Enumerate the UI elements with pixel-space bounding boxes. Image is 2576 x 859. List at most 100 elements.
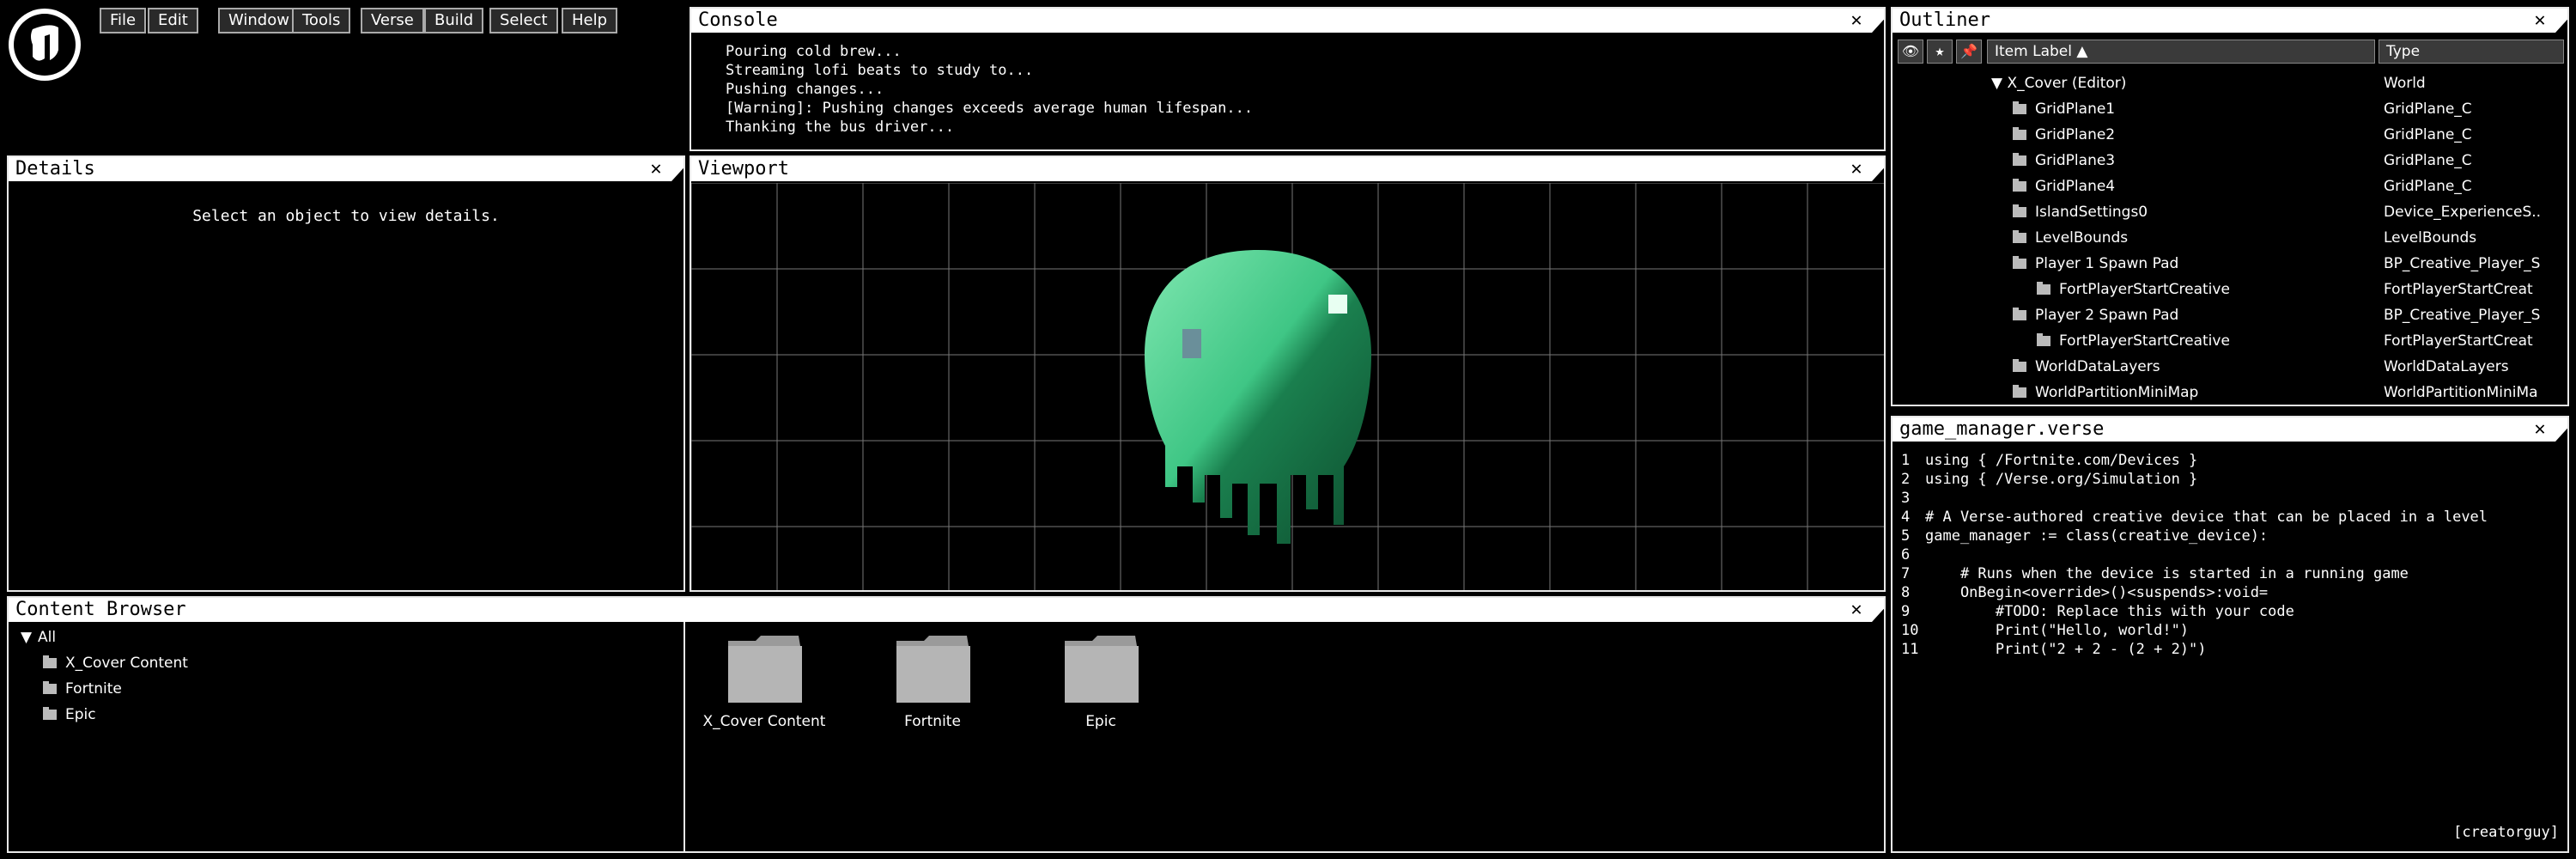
outliner-row[interactable]: FortPlayerStartCreative FortPlayerStartCr… bbox=[1893, 328, 2567, 354]
line-number: 1 bbox=[1901, 452, 1911, 469]
visibility-toggle-icon[interactable]: 👁 bbox=[1898, 40, 1923, 64]
content-tree-item-label: Fortnite bbox=[65, 680, 122, 698]
menu-select-button[interactable]: Select bbox=[489, 8, 558, 34]
outliner-row[interactable]: Player 2 Spawn Pad BP_Creative_Player_S bbox=[1893, 302, 2567, 328]
line-number: 11 bbox=[1901, 641, 1919, 658]
outliner-item-label: IslandSettings0 bbox=[2035, 204, 2148, 221]
menu-help-button[interactable]: Help bbox=[562, 8, 618, 34]
folder-icon bbox=[2037, 333, 2050, 346]
content-tree-divider bbox=[683, 622, 685, 851]
folder-icon bbox=[2013, 179, 2026, 192]
console-line: Pushing changes... bbox=[726, 81, 884, 98]
code-line: # A Verse-authored creative device that … bbox=[1925, 509, 2488, 526]
details-close-icon[interactable]: ✕ bbox=[644, 157, 668, 181]
menu-file-button[interactable]: File bbox=[100, 8, 147, 34]
outliner-item-label: GridPlane4 bbox=[2035, 178, 2116, 195]
viewport-close-icon[interactable]: ✕ bbox=[1844, 157, 1868, 181]
outliner-item-type: LevelBounds bbox=[2384, 229, 2477, 247]
folder-icon bbox=[2013, 127, 2026, 140]
folder-icon bbox=[2013, 204, 2026, 217]
outliner-row[interactable]: IslandSettings0 Device_ExperienceS.. bbox=[1893, 199, 2567, 225]
folder-icon bbox=[2013, 256, 2026, 269]
editor-title: game_manager.verse bbox=[1893, 417, 2567, 442]
content-folder-tile[interactable]: X_Cover Content bbox=[687, 634, 841, 737]
outliner-row[interactable]: GridPlane1 GridPlane_C bbox=[1893, 96, 2567, 122]
outliner-item-label: Player 1 Spawn Pad bbox=[2035, 255, 2179, 272]
content-browser-panel: Content Browser ✕ ▼ All X_Cover Content Fo… bbox=[7, 596, 1886, 853]
outliner-row[interactable]: GridPlane4 GridPlane_C bbox=[1893, 174, 2567, 199]
expand-arrow-icon[interactable]: ▼ bbox=[1991, 75, 2007, 92]
console-close-icon[interactable]: ✕ bbox=[1844, 9, 1868, 33]
outliner-row[interactable]: FortPlayerStartCreative FortPlayerStartCr… bbox=[1893, 277, 2567, 302]
outliner-item-label: WorldDataLayers bbox=[2035, 358, 2160, 375]
line-number: 6 bbox=[1901, 546, 1911, 564]
line-number: 7 bbox=[1901, 565, 1911, 582]
content-tree-item[interactable]: X_Cover Content bbox=[43, 655, 188, 672]
outliner-item-type: GridPlane_C bbox=[2384, 101, 2472, 118]
line-number: 4 bbox=[1901, 509, 1911, 526]
column-header-item-label[interactable]: Item Label ▲ bbox=[1987, 40, 2375, 64]
menu-window-button[interactable]: Window bbox=[218, 8, 300, 34]
menu-verse-button[interactable]: Verse bbox=[361, 8, 424, 34]
outliner-row[interactable]: GridPlane3 GridPlane_C bbox=[1893, 148, 2567, 174]
viewport-panel: Viewport ✕ bbox=[690, 155, 1886, 592]
console-line: Pouring cold brew... bbox=[726, 43, 902, 60]
details-title: Details bbox=[9, 157, 683, 181]
folder-icon bbox=[43, 681, 57, 694]
folder-icon bbox=[2013, 230, 2026, 243]
folder-icon bbox=[2013, 359, 2026, 372]
code-line: Print("2 + 2 - (2 + 2)") bbox=[1925, 641, 2207, 658]
pin-icon[interactable]: 📌 bbox=[1956, 40, 1982, 64]
folder-icon bbox=[2013, 385, 2026, 398]
tree-item-all[interactable]: ▼ All bbox=[21, 629, 56, 646]
outliner-item-type: GridPlane_C bbox=[2384, 152, 2472, 169]
outliner-item-type: WorldPartitionMiniMa bbox=[2384, 384, 2538, 401]
outliner-item-type: BP_Creative_Player_S bbox=[2384, 255, 2541, 272]
outliner-close-icon[interactable]: ✕ bbox=[2528, 9, 2552, 33]
outliner-item-label: GridPlane1 bbox=[2035, 101, 2116, 118]
line-number: 5 bbox=[1901, 527, 1911, 545]
outliner-item-label: Player 2 Spawn Pad bbox=[2035, 307, 2179, 324]
console-line: Streaming lofi beats to study to... bbox=[726, 62, 1034, 79]
favorite-star-icon[interactable]: ★ bbox=[1927, 40, 1953, 64]
folder-icon bbox=[726, 634, 802, 704]
content-tree-item-label: Epic bbox=[65, 706, 96, 723]
content-folder-tile[interactable]: Fortnite bbox=[855, 634, 1010, 737]
outliner-row[interactable]: ▼ X_Cover (Editor) World bbox=[1893, 70, 2567, 96]
outliner-item-type: GridPlane_C bbox=[2384, 126, 2472, 143]
outliner-title: Outliner bbox=[1893, 9, 2567, 33]
content-tree-item[interactable]: Fortnite bbox=[43, 680, 122, 698]
code-line: using { /Fortnite.com/Devices } bbox=[1925, 452, 2198, 469]
line-number: 8 bbox=[1901, 584, 1911, 601]
content-tree-item[interactable]: Epic bbox=[43, 706, 96, 723]
outliner-row[interactable]: LevelBounds LevelBounds bbox=[1893, 225, 2567, 251]
outliner-row[interactable]: GridPlane2 GridPlane_C bbox=[1893, 122, 2567, 148]
console-line: Thanking the bus driver... bbox=[726, 119, 955, 136]
outliner-item-label: GridPlane3 bbox=[2035, 152, 2116, 169]
outliner-row[interactable]: Player 1 Spawn Pad BP_Creative_Player_S bbox=[1893, 251, 2567, 277]
content-tree-item-label: X_Cover Content bbox=[65, 655, 188, 672]
line-number: 9 bbox=[1901, 603, 1911, 620]
outliner-item-type: GridPlane_C bbox=[2384, 178, 2472, 195]
code-line: # Runs when the device is started in a r… bbox=[1925, 565, 2409, 582]
outliner-item-type: World bbox=[2384, 75, 2426, 92]
code-line: using { /Verse.org/Simulation } bbox=[1925, 471, 2198, 488]
menu-tools-button[interactable]: Tools bbox=[292, 8, 351, 34]
viewport-canvas[interactable] bbox=[691, 183, 1884, 590]
outliner-item-type: WorldDataLayers bbox=[2384, 358, 2509, 375]
menu-edit-button[interactable]: Edit bbox=[148, 8, 198, 34]
content-folder-label: Epic bbox=[1085, 713, 1116, 730]
code-line: #TODO: Replace this with your code bbox=[1925, 603, 2294, 620]
content-folder-tile[interactable]: Epic bbox=[1024, 634, 1178, 737]
editor-close-icon[interactable]: ✕ bbox=[2528, 417, 2552, 442]
menu-build-button[interactable]: Build bbox=[424, 8, 484, 34]
content-folder-label: X_Cover Content bbox=[702, 713, 826, 730]
tree-item-all-label: All bbox=[38, 629, 57, 646]
outliner-row[interactable]: WorldPartitionMiniMap WorldPartitionMiniM… bbox=[1893, 380, 2567, 405]
content-browser-close-icon[interactable]: ✕ bbox=[1844, 598, 1868, 622]
outliner-row[interactable]: WorldDataLayers WorldDataLayers bbox=[1893, 354, 2567, 380]
outliner-item-label: FortPlayerStartCreative bbox=[2059, 332, 2230, 350]
column-header-type[interactable]: Type bbox=[2379, 40, 2564, 64]
green-slime-sphere-icon bbox=[1145, 250, 1371, 544]
details-panel: Details ✕ Select an object to view detai… bbox=[7, 155, 685, 592]
